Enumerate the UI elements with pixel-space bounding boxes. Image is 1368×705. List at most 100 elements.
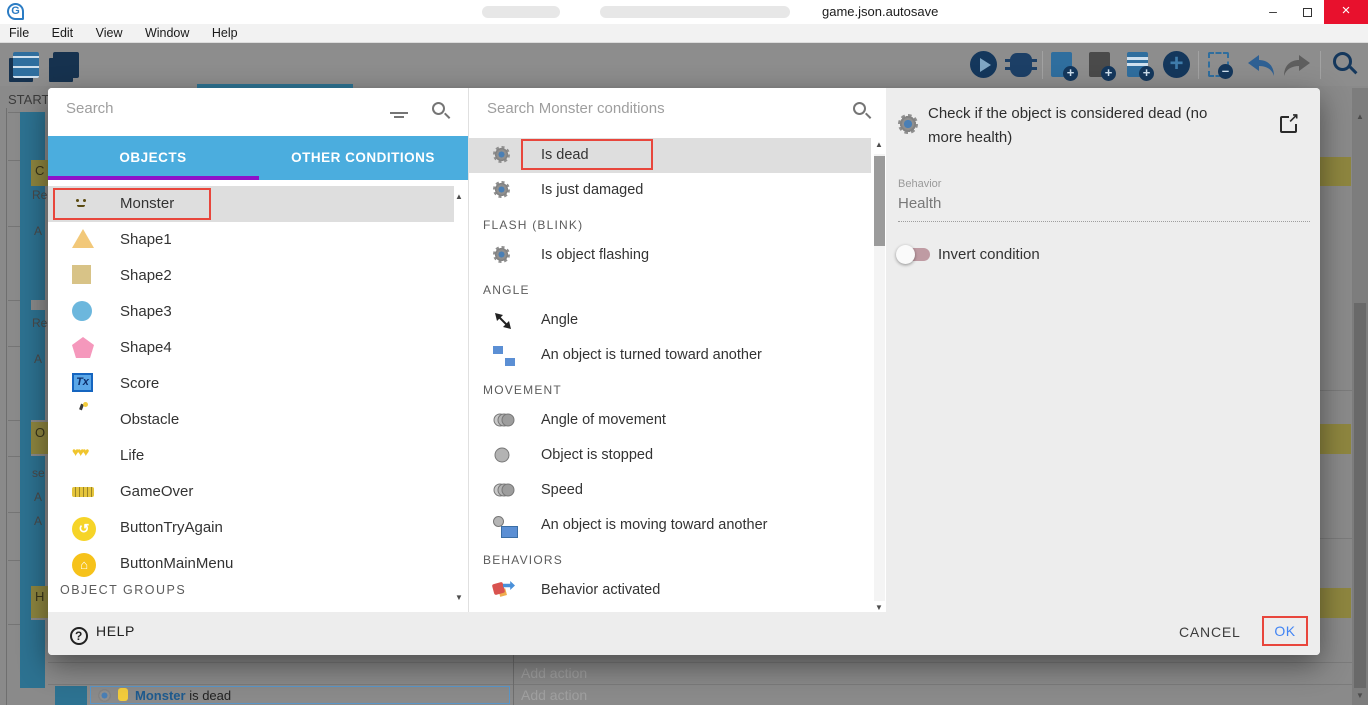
active-tab-underline: [48, 176, 259, 180]
condition-label: Angle of movement: [541, 412, 666, 428]
event-condition-text[interactable]: Monster is dead: [135, 688, 231, 703]
condition-item-turned-toward[interactable]: An object is turned toward another: [469, 338, 871, 373]
object-item-shape3[interactable]: Shape3: [48, 294, 454, 330]
toolbar-separator: [1198, 51, 1199, 79]
scroll-down-icon[interactable]: ▼: [875, 603, 883, 612]
menu-help[interactable]: Help: [203, 24, 247, 40]
play-button[interactable]: [970, 51, 997, 78]
restore-button[interactable]: [1290, 0, 1324, 24]
scroll-down-icon[interactable]: ▼: [455, 593, 463, 602]
scene-editor-icon[interactable]: [53, 52, 79, 78]
help-button[interactable]: ?HELP: [70, 623, 135, 641]
event-text-snippet: A: [34, 352, 42, 366]
objects-search-input[interactable]: [66, 100, 366, 117]
minimize-button[interactable]: –: [1256, 0, 1290, 24]
scroll-up-icon[interactable]: ▲: [1356, 112, 1364, 121]
events-sheet-tab-label[interactable]: START: [8, 92, 49, 107]
tab-other-conditions[interactable]: OTHER CONDITIONS: [258, 136, 468, 180]
event-tick: [8, 112, 20, 113]
menu-window[interactable]: Window: [136, 24, 198, 40]
object-item-buttontryagain[interactable]: ↺ ButtonTryAgain: [48, 510, 454, 546]
search-icon[interactable]: [432, 102, 445, 115]
close-button[interactable]: ×: [1324, 0, 1368, 24]
condition-item-behavior-activated[interactable]: Behavior activated: [469, 573, 871, 608]
app-window: G game.json.autosave – × File Edit View …: [0, 0, 1368, 705]
tab-objects[interactable]: OBJECTS: [48, 136, 258, 180]
event-tick: [8, 456, 20, 457]
object-item-buttonmainmenu[interactable]: ⌂ ButtonMainMenu: [48, 546, 454, 582]
hearts-icon: ♥♥♥: [72, 445, 87, 459]
ok-button[interactable]: OK: [1262, 616, 1308, 646]
event-tick: [8, 300, 20, 301]
open-in-new-icon[interactable]: [1280, 116, 1297, 133]
delete-event-button[interactable]: –: [1208, 52, 1229, 77]
object-label: Score: [120, 375, 159, 392]
condition-item-angle[interactable]: Angle: [469, 303, 871, 338]
event-text-snippet: A: [34, 224, 42, 238]
filter-icon[interactable]: [390, 112, 408, 114]
object-item-monster[interactable]: Monster: [48, 186, 454, 222]
health-gear-icon: [493, 181, 510, 198]
condition-item-object-is-stopped[interactable]: Object is stopped: [469, 438, 871, 473]
behavior-select[interactable]: Health: [898, 195, 1310, 222]
event-object-name: Monster: [135, 688, 186, 703]
condition-gear-icon: [98, 689, 111, 702]
condition-item-moving-toward[interactable]: An object is moving toward another: [469, 508, 871, 543]
object-item-gameover[interactable]: GameOver: [48, 474, 454, 510]
conditions-search-input[interactable]: [487, 100, 817, 117]
add-comment-button[interactable]: +: [1127, 52, 1148, 77]
comment-row: O: [31, 422, 48, 454]
question-icon: ?: [70, 627, 88, 645]
events-scrollbar[interactable]: ▲ ▼: [1352, 88, 1368, 705]
invert-condition-toggle[interactable]: [898, 248, 930, 261]
redo-icon[interactable]: [1282, 53, 1312, 77]
minus-badge-icon: –: [1218, 64, 1233, 79]
condition-description: Check if the object is considered dead (…: [928, 102, 1238, 150]
menu-edit[interactable]: Edit: [43, 24, 83, 40]
object-stopped-icon: [493, 446, 519, 464]
condition-item-is-just-damaged[interactable]: Is just damaged: [469, 173, 871, 208]
object-item-shape1[interactable]: Shape1: [48, 222, 454, 258]
cancel-button[interactable]: CANCEL: [1179, 624, 1241, 640]
undo-icon[interactable]: [1246, 53, 1276, 77]
condition-item-is-dead[interactable]: Is dead: [469, 138, 871, 173]
menu-file[interactable]: File: [0, 24, 38, 40]
scrollbar-thumb[interactable]: [1354, 303, 1366, 688]
object-item-score[interactable]: Tx Score: [48, 366, 454, 402]
event-tick: [8, 160, 20, 161]
condition-item-speed[interactable]: Speed: [469, 473, 871, 508]
add-action-link[interactable]: Add action: [521, 687, 587, 703]
conditions-search-bar: [469, 88, 886, 136]
search-events-icon[interactable]: [1333, 52, 1352, 71]
scroll-up-icon[interactable]: ▲: [455, 192, 463, 201]
debug-button[interactable]: [1010, 53, 1032, 77]
object-item-life[interactable]: ♥♥♥ Life: [48, 438, 454, 474]
condition-item-is-object-flashing[interactable]: Is object flashing: [469, 238, 871, 273]
search-icon[interactable]: [853, 102, 866, 115]
scroll-up-icon[interactable]: ▲: [875, 140, 883, 149]
scroll-down-icon[interactable]: ▼: [1356, 691, 1364, 700]
condition-label: An object is turned toward another: [541, 347, 762, 363]
object-item-shape4[interactable]: Shape4: [48, 330, 454, 366]
menu-view[interactable]: View: [87, 24, 132, 40]
scrollbar-thumb[interactable]: [874, 156, 885, 246]
monster-thumb-icon: [118, 688, 128, 701]
add-event-button[interactable]: +: [1051, 52, 1072, 77]
event-indent-guide: [55, 686, 71, 705]
tutorial-highlight-box: [521, 139, 653, 170]
condition-label: Is just damaged: [541, 182, 643, 198]
conditions-scrollbar[interactable]: ▲ ▼: [873, 140, 887, 615]
objects-tabs: OBJECTS OTHER CONDITIONS: [48, 136, 468, 180]
event-divider: [48, 684, 1352, 685]
object-item-shape2[interactable]: Shape2: [48, 258, 454, 294]
object-item-obstacle[interactable]: Obstacle: [48, 402, 454, 438]
project-manager-icon[interactable]: [13, 52, 39, 78]
add-action-link[interactable]: Add action: [521, 665, 587, 681]
condition-item-angle-of-movement[interactable]: Angle of movement: [469, 403, 871, 438]
events-panel-border: [6, 108, 7, 705]
conditions-panel: Is dead Is just damaged FLASH (BLINK) Is…: [468, 88, 886, 617]
add-button[interactable]: +: [1163, 51, 1190, 78]
square-icon: [72, 265, 91, 284]
toggle-knob[interactable]: [896, 245, 915, 264]
add-subevent-button[interactable]: +: [1089, 52, 1110, 77]
